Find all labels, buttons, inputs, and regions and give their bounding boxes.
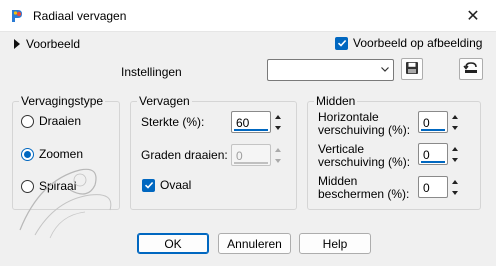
strength-value: 60 (236, 116, 250, 130)
protect-center-value: 0 (423, 181, 430, 195)
radio-label-spiral: Spiraal (39, 179, 77, 193)
center-title: Midden (314, 94, 358, 108)
dropdown-chevron-icon (380, 64, 390, 77)
strength-spinner[interactable] (273, 111, 283, 133)
settings-label: Instellingen (121, 65, 182, 79)
cancel-button[interactable]: Annuleren (218, 233, 291, 254)
settings-dropdown[interactable] (267, 59, 394, 81)
twist-degrees-spinner (273, 144, 283, 166)
input-underline (234, 162, 268, 164)
spin-up-icon[interactable] (450, 176, 460, 187)
h-offset-spinner[interactable] (450, 111, 460, 133)
h-offset-value: 0 (423, 116, 430, 130)
strength-label: Sterkte (%): (141, 115, 205, 129)
spin-up-icon[interactable] (450, 143, 460, 154)
cancel-label: Annuleren (227, 236, 282, 251)
oval-label: Ovaal (160, 178, 192, 192)
checkbox-check-icon (335, 36, 348, 50)
radio-zoom[interactable]: Zoomen (21, 147, 83, 161)
preview-on-image-checkbox[interactable]: Voorbeeld op afbeelding (335, 36, 482, 50)
title-bar: Radiaal vervagen ✕ (0, 0, 496, 32)
app-icon (8, 7, 26, 25)
blur-type-title: Vervagingstype (19, 94, 106, 108)
radio-label-rotate: Draaien (39, 114, 82, 128)
close-button[interactable]: ✕ (450, 0, 496, 32)
save-settings-button[interactable] (401, 58, 423, 80)
twist-degrees-value: 0 (236, 149, 243, 163)
spin-down-icon[interactable] (450, 154, 460, 165)
preview-on-image-label: Voorbeeld op afbeelding (353, 36, 483, 50)
spin-down-icon (273, 155, 283, 166)
radio-spiral[interactable]: Spiraal (21, 179, 76, 193)
spin-up-icon[interactable] (273, 111, 283, 122)
reset-defaults-icon (463, 61, 479, 78)
blur-type-group: Vervagingstype Draaien Zoomen Spiraal (12, 94, 120, 210)
h-offset-input[interactable]: 0 (418, 111, 448, 133)
radio-circle (21, 179, 34, 193)
twist-degrees-input: 0 (231, 144, 271, 166)
v-offset-spinner[interactable] (450, 143, 460, 165)
ok-button[interactable]: OK (137, 233, 209, 254)
preview-label: Voorbeeld (26, 37, 81, 51)
help-button[interactable]: Help (299, 233, 371, 254)
preview-toggle[interactable]: Voorbeeld (14, 37, 80, 51)
strength-input[interactable]: 60 (231, 111, 271, 133)
protect-center-label-line2: beschermen (%): (318, 187, 410, 201)
input-underline (421, 161, 445, 163)
expand-triangle-icon (14, 39, 20, 49)
protect-center-input[interactable]: 0 (418, 176, 448, 198)
spin-down-icon[interactable] (450, 187, 460, 198)
spin-down-icon[interactable] (273, 122, 283, 133)
close-icon: ✕ (466, 8, 480, 25)
v-offset-label-line2: verschuiving (%): (318, 155, 411, 169)
radio-circle-selected (21, 147, 34, 161)
reset-defaults-button[interactable] (459, 58, 483, 80)
save-floppy-icon (405, 61, 419, 78)
protect-center-spinner[interactable] (450, 176, 460, 198)
v-offset-input[interactable]: 0 (418, 143, 448, 165)
help-label: Help (322, 236, 348, 251)
input-underline (421, 129, 445, 131)
twist-degrees-label: Graden draaien: (141, 148, 228, 162)
window-title: Radiaal vervagen (33, 9, 127, 23)
spin-up-icon (273, 144, 283, 155)
radio-circle (21, 114, 34, 128)
ok-label: OK (164, 236, 182, 251)
blur-title: Vervagen (137, 94, 192, 108)
v-offset-value: 0 (423, 148, 430, 162)
input-underline (234, 129, 268, 131)
radio-rotate[interactable]: Draaien (21, 114, 81, 128)
checkbox-check-icon (142, 178, 155, 192)
h-offset-label-line2: verschuiving (%): (318, 123, 411, 137)
oval-checkbox[interactable]: Ovaal (142, 178, 191, 192)
radio-label-zoom: Zoomen (39, 147, 84, 161)
spin-down-icon[interactable] (450, 122, 460, 133)
spin-up-icon[interactable] (450, 111, 460, 122)
